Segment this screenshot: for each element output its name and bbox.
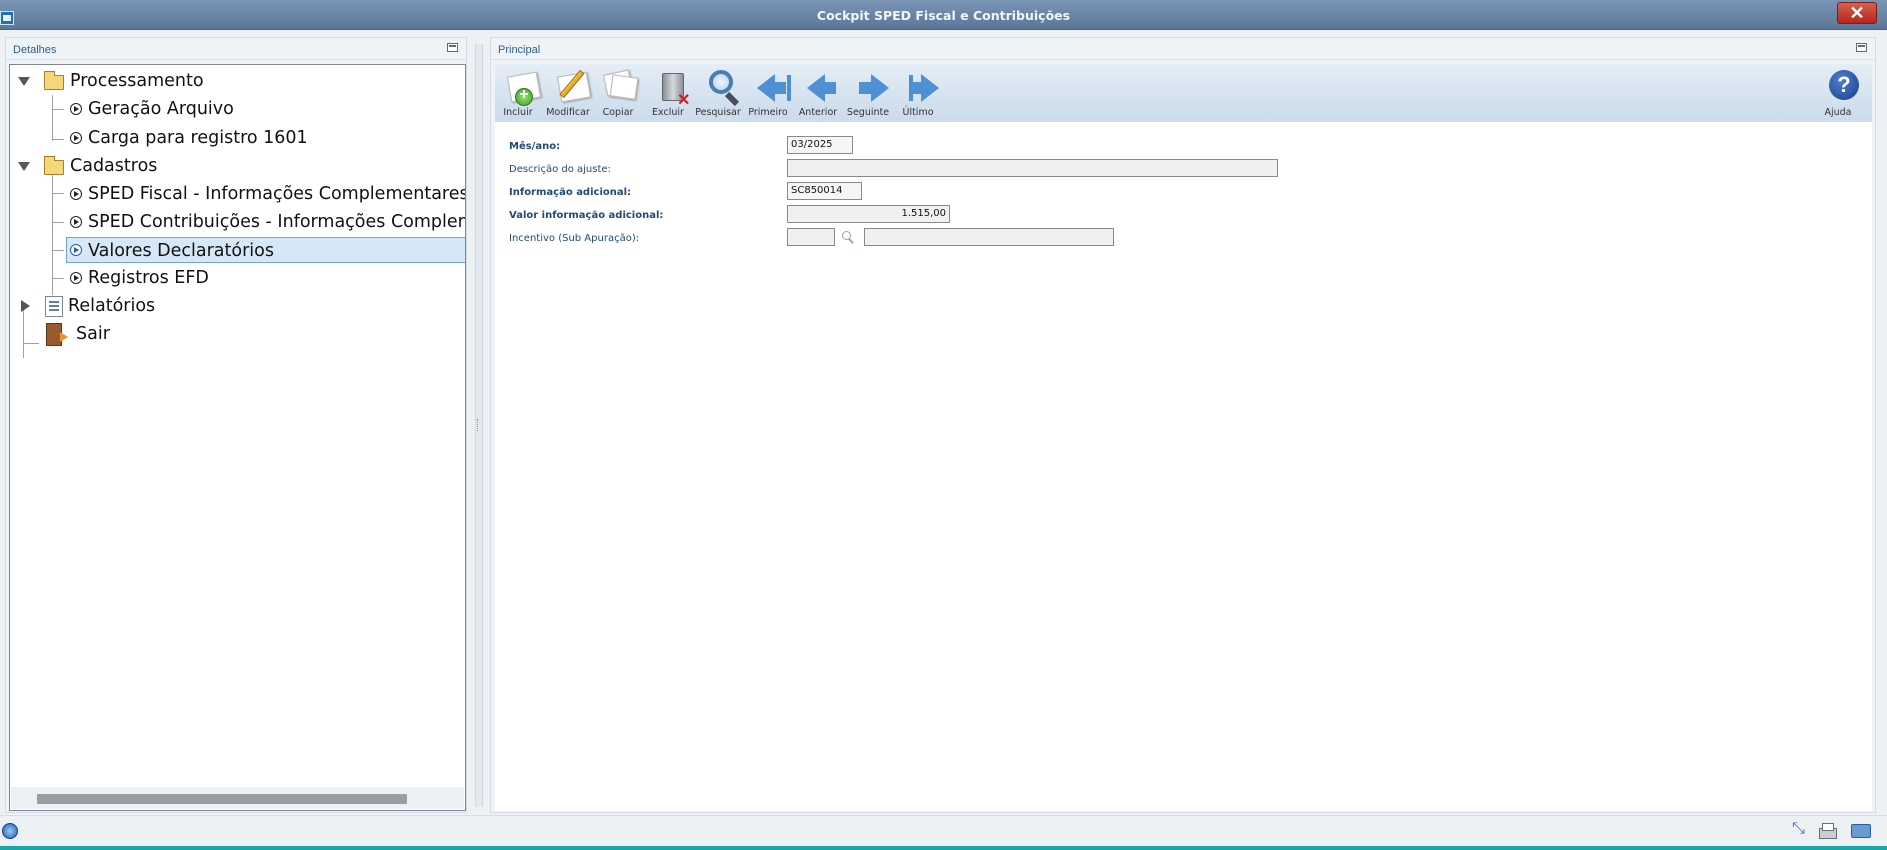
tree-label: Carga para registro 1601 bbox=[88, 128, 308, 148]
tree-connector bbox=[52, 193, 64, 194]
circle-arrow-icon bbox=[70, 132, 82, 144]
tree-item-sair[interactable]: Sair bbox=[14, 321, 454, 347]
panel-splitter[interactable] bbox=[475, 44, 483, 807]
arrow-first-icon bbox=[751, 68, 791, 104]
descricao-ajuste-field[interactable] bbox=[787, 159, 1278, 177]
circle-arrow-icon bbox=[70, 103, 82, 115]
ajuda-button[interactable]: ? Ajuda bbox=[1815, 66, 1861, 120]
tree-label: SPED Fiscal - Informações Complementares bbox=[88, 184, 466, 204]
tree-label: Processamento bbox=[70, 71, 204, 91]
tree-label: Sair bbox=[76, 324, 110, 344]
pesquisar-button[interactable]: Pesquisar bbox=[695, 66, 741, 120]
open-folder-icon bbox=[44, 71, 64, 90]
main-panel-title: Principal bbox=[498, 44, 541, 56]
splitter-grip-icon[interactable] bbox=[477, 419, 481, 431]
add-document-icon bbox=[501, 68, 542, 106]
tree-connector bbox=[52, 167, 53, 295]
details-panel-title: Detalhes bbox=[13, 44, 57, 56]
valor-informacao-field[interactable]: 1.515,00 bbox=[787, 205, 950, 223]
tree-label: Relatórios bbox=[68, 296, 156, 316]
status-message bbox=[22, 820, 1622, 842]
minimize-panel-icon[interactable] bbox=[1856, 43, 1867, 52]
seguinte-button[interactable]: Seguinte bbox=[845, 66, 891, 120]
tree-item-sped-contribuicoes[interactable]: SPED Contribuições - Informações Complem… bbox=[66, 209, 465, 235]
tree-folder-processamento[interactable]: Processamento bbox=[14, 68, 454, 94]
globe-icon[interactable] bbox=[2, 823, 18, 839]
informacao-adicional-field[interactable]: SC850014 bbox=[787, 182, 862, 200]
tree-folder-cadastros[interactable]: Cadastros bbox=[14, 153, 454, 179]
primeiro-button[interactable]: Primeiro bbox=[745, 66, 791, 120]
arrow-next-icon bbox=[851, 68, 889, 104]
anterior-button[interactable]: Anterior bbox=[795, 66, 841, 120]
tree-connector bbox=[52, 139, 64, 140]
tree-connector bbox=[52, 95, 53, 141]
magnifier-search-icon bbox=[701, 68, 740, 107]
incentivo-label: Incentivo (Sub Apuração): bbox=[509, 233, 640, 244]
collapse-arrow-icon[interactable] bbox=[18, 162, 30, 171]
navigation-tree: Processamento Geração Arquivo Carga para… bbox=[9, 64, 466, 811]
toolbar-label: Ajuda bbox=[1824, 107, 1852, 118]
open-folder-icon bbox=[44, 156, 64, 175]
ultimo-button[interactable]: Último bbox=[895, 66, 941, 120]
incluir-button[interactable]: Incluir bbox=[495, 66, 542, 120]
main-panel-body: Incluir Modificar Copiar bbox=[495, 64, 1872, 811]
tree-connector bbox=[52, 222, 64, 223]
main-panel-header: Principal bbox=[491, 38, 1875, 60]
printer-icon[interactable] bbox=[1818, 823, 1837, 839]
chat-icon[interactable] bbox=[1851, 823, 1871, 839]
exit-door-icon bbox=[46, 323, 68, 346]
arrow-previous-icon bbox=[801, 68, 837, 104]
copiar-button[interactable]: Copiar bbox=[595, 66, 641, 120]
edit-document-icon bbox=[551, 68, 592, 104]
tree-connector bbox=[52, 278, 64, 279]
arrow-last-icon bbox=[901, 68, 939, 104]
collapse-arrow-icon[interactable] bbox=[18, 77, 30, 86]
circle-arrow-icon bbox=[70, 216, 82, 228]
tree-label: Cadastros bbox=[70, 156, 158, 176]
minimize-panel-icon[interactable] bbox=[447, 43, 458, 52]
valor-informacao-label: Valor informação adicional: bbox=[509, 210, 664, 221]
copy-documents-icon bbox=[601, 68, 639, 104]
bottom-accent-line bbox=[0, 846, 1887, 850]
details-panel-header: Detalhes bbox=[6, 38, 466, 60]
mes-ano-label: Mês/ano: bbox=[509, 141, 561, 152]
title-bar: Cockpit SPED Fiscal e Contribuições ✕ bbox=[0, 0, 1887, 30]
tree-label: Registros EFD bbox=[88, 268, 209, 288]
window-title: Cockpit SPED Fiscal e Contribuições bbox=[816, 8, 1071, 23]
descricao-ajuste-label: Descrição do ajuste: bbox=[509, 164, 611, 175]
modificar-button[interactable]: Modificar bbox=[545, 66, 592, 120]
circle-arrow-icon bbox=[70, 272, 82, 284]
circle-arrow-icon bbox=[70, 244, 82, 256]
horizontal-scrollbar[interactable] bbox=[11, 787, 464, 809]
tree-label: Geração Arquivo bbox=[88, 99, 234, 119]
help-question-icon: ? bbox=[1821, 68, 1859, 104]
mes-ano-field[interactable]: 03/2025 bbox=[787, 136, 853, 154]
report-list-icon bbox=[45, 296, 63, 317]
expand-arrow-icon[interactable] bbox=[21, 300, 30, 312]
main-panel: Principal Incluir Modificar bbox=[490, 37, 1876, 813]
excluir-button[interactable]: ✕ Excluir bbox=[645, 66, 691, 120]
trash-delete-icon: ✕ bbox=[651, 68, 690, 109]
informacao-adicional-label: Informação adicional: bbox=[509, 187, 632, 198]
circle-arrow-icon bbox=[70, 188, 82, 200]
scrollbar-thumb[interactable] bbox=[37, 794, 407, 804]
toolbar: Incluir Modificar Copiar bbox=[495, 64, 1872, 122]
tree-connector bbox=[52, 109, 64, 110]
tree-label: Valores Declaratórios bbox=[66, 237, 465, 263]
toolbar-label: Último bbox=[902, 107, 934, 118]
expand-icon[interactable] bbox=[1790, 820, 1808, 839]
tree-connector bbox=[52, 250, 64, 251]
app-window: Cockpit SPED Fiscal e Contribuições ✕ De… bbox=[0, 0, 1887, 850]
close-button[interactable]: ✕ bbox=[1837, 2, 1877, 24]
tree-item-valores-declaratorios[interactable]: Valores Declaratórios bbox=[66, 237, 465, 263]
lookup-search-icon[interactable] bbox=[842, 231, 854, 243]
incentivo-code-field[interactable] bbox=[787, 228, 835, 246]
tree-folder-relatorios[interactable]: Relatórios bbox=[14, 293, 454, 319]
incentivo-description-field bbox=[864, 228, 1114, 246]
status-bar bbox=[0, 815, 1887, 850]
tree-label: SPED Contribuições - Informações Complem… bbox=[88, 212, 465, 232]
details-panel: Detalhes Processamento Geração Arquivo C… bbox=[5, 37, 467, 813]
